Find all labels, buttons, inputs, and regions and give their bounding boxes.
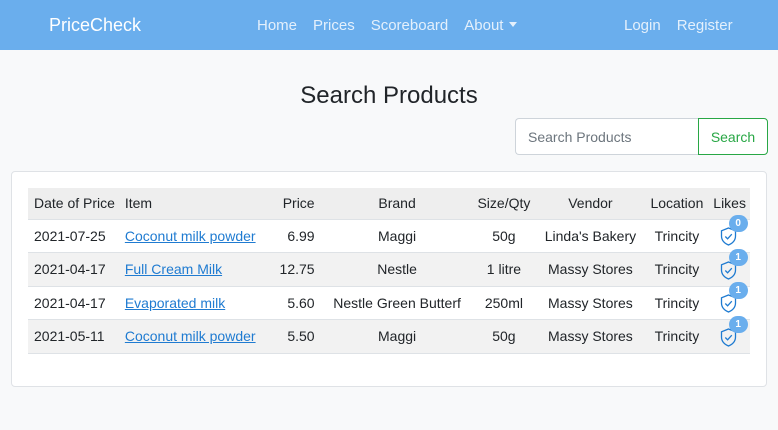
page-title: Search Products bbox=[300, 82, 478, 109]
header-vendor[interactable]: Vendor bbox=[536, 188, 644, 219]
cell-vendor: Massy Stores bbox=[536, 252, 645, 286]
search-form: Search bbox=[515, 118, 768, 155]
cell-item: Evaporated milk bbox=[120, 285, 271, 320]
nav-home-link[interactable]: Home bbox=[257, 17, 297, 34]
nav-register-link[interactable]: Register bbox=[677, 17, 733, 34]
nav-about-label: About bbox=[464, 16, 504, 34]
item-link[interactable]: Coconut milk powder bbox=[125, 328, 256, 344]
cell-brand: Maggi bbox=[322, 218, 472, 253]
cell-price: 5.60 bbox=[270, 285, 323, 320]
nav-about-dropdown[interactable]: About bbox=[464, 16, 518, 34]
results-card: Date of Price Item Price Brand Size/Qty … bbox=[11, 171, 767, 387]
nav-scoreboard-link[interactable]: Scoreboard bbox=[371, 17, 449, 34]
cell-vendor: Massy Stores bbox=[536, 319, 645, 354]
cell-brand: Nestle Green Butterf bbox=[322, 285, 472, 320]
header-location[interactable]: Location bbox=[645, 188, 710, 219]
like-button[interactable]: 1 bbox=[720, 282, 748, 314]
header-brand[interactable]: Brand bbox=[323, 188, 472, 219]
cell-price: 5.50 bbox=[270, 319, 323, 354]
like-button[interactable]: 1 bbox=[720, 248, 748, 281]
table-row: 2021-04-17 Full Cream Milk 12.75 Nestle … bbox=[28, 248, 750, 286]
like-button[interactable]: 0 bbox=[720, 215, 748, 247]
item-link[interactable]: Full Cream Milk bbox=[125, 261, 222, 277]
cell-size: 50g bbox=[471, 218, 537, 253]
table-body: 2021-07-25 Coconut milk powder 6.99 Magg… bbox=[28, 215, 750, 354]
cell-brand: Nestle bbox=[322, 252, 472, 286]
search-input[interactable] bbox=[515, 118, 698, 155]
nav-primary: Home Prices Scoreboard About bbox=[257, 0, 533, 50]
table-header-row: Date of Price Item Price Brand Size/Qty … bbox=[28, 188, 750, 219]
cell-size: 250ml bbox=[471, 285, 537, 320]
likes-count-badge: 1 bbox=[728, 248, 748, 266]
cell-item: Coconut milk powder bbox=[120, 218, 271, 253]
header-item[interactable]: Item bbox=[121, 188, 270, 219]
cell-likes: 0 bbox=[709, 215, 750, 253]
likes-count-badge: 1 bbox=[728, 315, 748, 333]
table-row: 2021-07-25 Coconut milk powder 6.99 Magg… bbox=[28, 215, 750, 253]
results-table: Date of Price Item Price Brand Size/Qty … bbox=[28, 188, 750, 354]
header-size[interactable]: Size/Qty bbox=[472, 188, 537, 219]
header-date[interactable]: Date of Price bbox=[28, 188, 121, 219]
cell-item: Full Cream Milk bbox=[120, 252, 271, 286]
cell-location: Trincity bbox=[644, 252, 710, 286]
cell-likes: 1 bbox=[709, 282, 750, 320]
cell-location: Trincity bbox=[644, 285, 710, 320]
navbar: PriceCheck Home Prices Scoreboard About … bbox=[0, 0, 778, 50]
nav-prices-link[interactable]: Prices bbox=[313, 17, 355, 34]
header-likes[interactable]: Likes bbox=[709, 188, 750, 219]
cell-date: 2021-05-11 bbox=[28, 319, 121, 354]
cell-location: Trincity bbox=[644, 319, 710, 354]
table-header: Date of Price Item Price Brand Size/Qty … bbox=[28, 188, 750, 219]
table-row: 2021-05-11 Coconut milk powder 5.50 Magg… bbox=[28, 315, 750, 354]
nav-login-link[interactable]: Login bbox=[624, 17, 661, 34]
like-button[interactable]: 1 bbox=[720, 315, 748, 348]
cell-likes: 1 bbox=[709, 248, 750, 286]
cell-date: 2021-04-17 bbox=[28, 252, 121, 286]
cell-date: 2021-04-17 bbox=[28, 285, 121, 320]
cell-size: 1 litre bbox=[471, 252, 537, 286]
header-price[interactable]: Price bbox=[270, 188, 323, 219]
search-button[interactable]: Search bbox=[698, 118, 768, 155]
likes-count-badge: 0 bbox=[728, 215, 748, 233]
caret-down-icon bbox=[509, 21, 518, 27]
cell-size: 50g bbox=[471, 319, 537, 354]
cell-location: Trincity bbox=[644, 218, 710, 253]
cell-item: Coconut milk powder bbox=[120, 319, 271, 354]
item-link[interactable]: Coconut milk powder bbox=[125, 228, 256, 244]
nav-auth: Login Register bbox=[624, 0, 749, 50]
cell-price: 12.75 bbox=[270, 252, 323, 286]
cell-vendor: Linda's Bakery bbox=[536, 218, 645, 253]
cell-likes: 1 bbox=[709, 315, 750, 354]
item-link[interactable]: Evaporated milk bbox=[125, 295, 225, 311]
cell-price: 6.99 bbox=[270, 218, 323, 253]
cell-brand: Maggi bbox=[322, 319, 472, 354]
table-row: 2021-04-17 Evaporated milk 5.60 Nestle G… bbox=[28, 282, 750, 320]
likes-count-badge: 1 bbox=[728, 282, 748, 300]
cell-vendor: Massy Stores bbox=[536, 285, 645, 320]
brand-logo-link[interactable]: PriceCheck bbox=[49, 15, 141, 36]
cell-date: 2021-07-25 bbox=[28, 218, 121, 253]
